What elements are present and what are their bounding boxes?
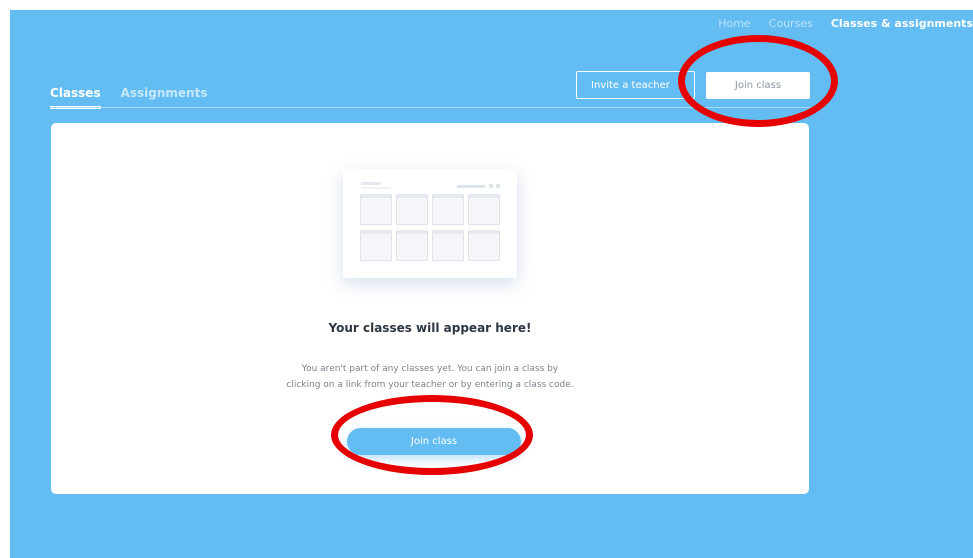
- illustration-cell: [396, 194, 428, 225]
- illustration-cell: [360, 230, 392, 261]
- description-line: clicking on a link from your teacher or …: [286, 380, 574, 390]
- join-class-button-main[interactable]: Join class: [347, 428, 521, 455]
- nav-home[interactable]: Home: [709, 17, 759, 31]
- description-line: You aren't part of any classes yet. You …: [301, 364, 559, 374]
- illustration-cell: [432, 194, 464, 225]
- illustration-bar: [361, 182, 381, 185]
- illustration-cell: [468, 230, 500, 261]
- app-window: Home Courses Classes & assignments Class…: [10, 10, 973, 558]
- tab-classes[interactable]: Classes: [50, 86, 101, 109]
- illustration-cell: [432, 230, 464, 261]
- nav-classes-assignments[interactable]: Classes & assignments: [822, 17, 973, 31]
- empty-state-description: You aren't part of any classes yet. You …: [51, 361, 809, 393]
- nav-courses[interactable]: Courses: [760, 17, 822, 31]
- tab-bar: Classes Assignments: [50, 86, 207, 109]
- illustration-bar: [361, 187, 391, 189]
- illustration-bar: [457, 185, 485, 188]
- classes-illustration-icon: [343, 169, 517, 278]
- illustration-cell: [468, 194, 500, 225]
- empty-state-title: Your classes will appear here!: [328, 321, 532, 335]
- tab-divider: [50, 107, 810, 108]
- illustration-dot: [496, 184, 500, 188]
- illustration-grid: [360, 194, 500, 261]
- tab-assignments[interactable]: Assignments: [121, 86, 208, 109]
- illustration-cell: [396, 230, 428, 261]
- top-nav: Home Courses Classes & assignments: [709, 17, 973, 31]
- empty-state-card: Your classes will appear here! You aren'…: [51, 123, 809, 494]
- join-class-button-header[interactable]: Join class: [706, 72, 810, 99]
- invite-teacher-button[interactable]: Invite a teacher: [576, 71, 695, 99]
- illustration-dot: [489, 184, 493, 188]
- illustration-cell: [360, 194, 392, 225]
